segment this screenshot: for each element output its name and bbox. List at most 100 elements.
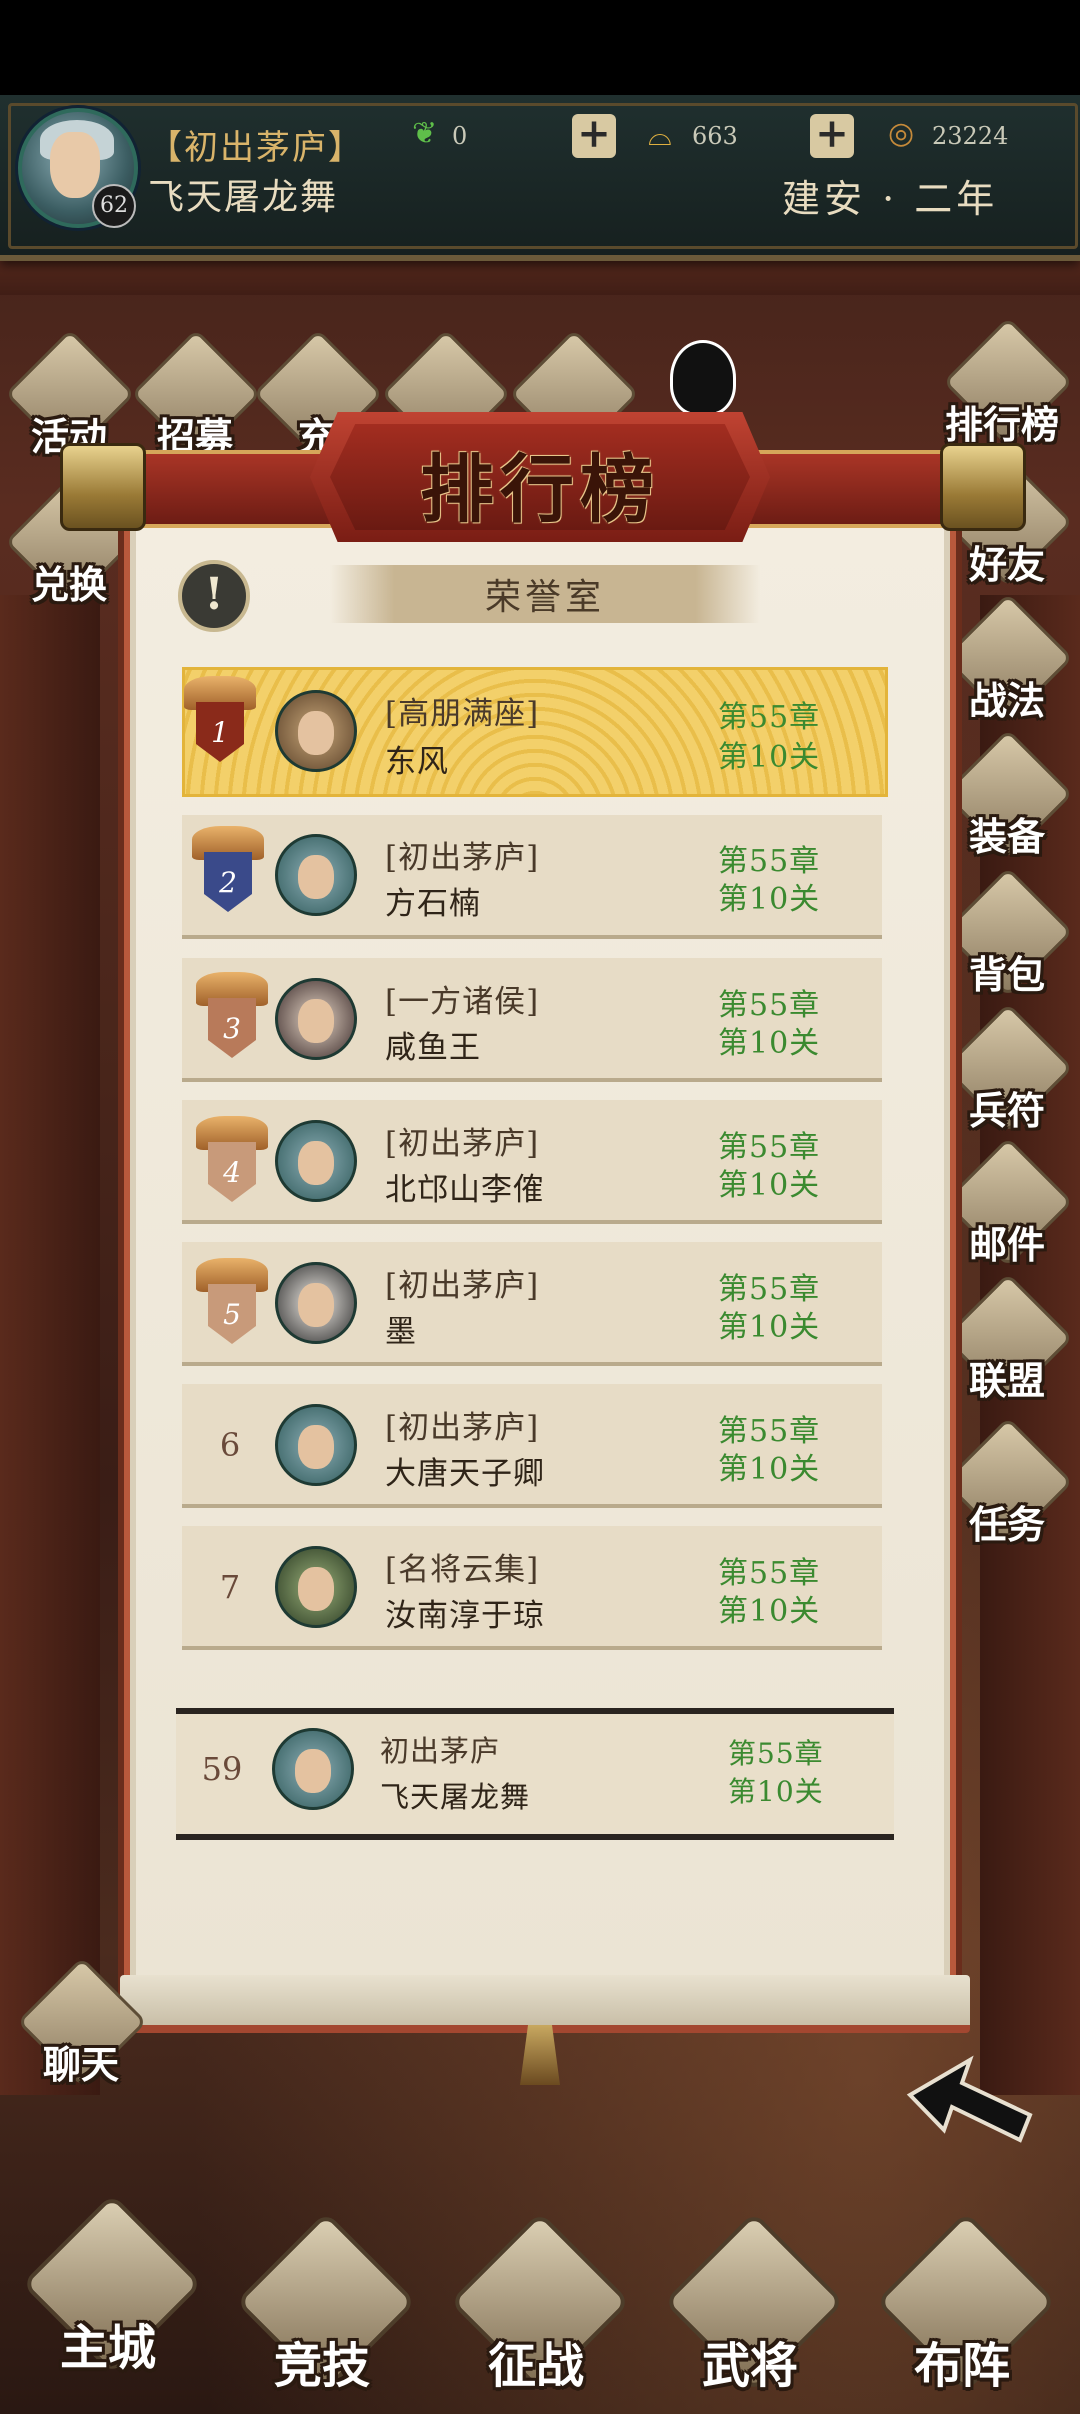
nav-label: 武将 xyxy=(701,2338,798,2394)
menu-label: 排行榜 xyxy=(944,402,1059,447)
menu-alliance[interactable]: 联盟 xyxy=(942,1272,1074,1404)
scroll-right-knob xyxy=(940,443,1026,531)
rank-stage: 第10关 xyxy=(718,1452,821,1487)
menu-tasks[interactable]: 任务 xyxy=(942,1416,1074,1548)
avatar-face xyxy=(298,855,334,899)
menu-tactics[interactable]: 战法 xyxy=(942,592,1074,724)
menu-mail[interactable]: 邮件 xyxy=(942,1136,1074,1268)
info-icon[interactable]: ! xyxy=(178,560,250,632)
rank-title: [名将云集] xyxy=(385,1552,540,1588)
left-pillar xyxy=(0,595,100,2095)
rank-number: 2 xyxy=(219,866,237,899)
rank-title: [初出茅庐] xyxy=(385,840,540,876)
chat-button[interactable]: 聊天 xyxy=(16,1956,148,2088)
nav-campaign[interactable]: 征战 xyxy=(446,2211,631,2398)
menu-label: 背包 xyxy=(968,952,1045,997)
coin-count: 23224 xyxy=(932,122,1009,150)
qq-penguin-icon[interactable] xyxy=(670,340,736,416)
menu-label: 好友 xyxy=(968,542,1045,587)
rank-name: 方石楠 xyxy=(385,886,481,922)
rank-number: 5 xyxy=(223,1298,241,1331)
rank-title: [初出茅庐] xyxy=(385,1410,540,1446)
nav-main-city[interactable]: 主城 xyxy=(18,2193,203,2380)
menu-label: 邮件 xyxy=(968,1222,1045,1267)
menu-label: 兵符 xyxy=(968,1088,1045,1133)
gold-ingot-icon: ⌓ xyxy=(648,118,672,153)
nav-label: 布阵 xyxy=(913,2338,1010,2394)
player-name: 飞天屠龙舞 xyxy=(148,177,339,218)
rank-name: 咸鱼王 xyxy=(385,1030,481,1066)
menu-equipment[interactable]: 装备 xyxy=(942,728,1074,860)
nav-formation[interactable]: 布阵 xyxy=(872,2211,1057,2398)
nav-label: 主城 xyxy=(59,2320,156,2376)
player-avatar xyxy=(275,978,357,1060)
back-arrow-icon[interactable] xyxy=(900,2055,1040,2145)
rank-medal: 5 xyxy=(196,1258,268,1356)
menu-label: 战法 xyxy=(968,678,1045,723)
rank-stage: 第10关 xyxy=(718,1168,821,1203)
rank-medal-silver: 2 xyxy=(192,826,264,924)
add-jade-button[interactable]: + xyxy=(572,114,616,158)
menu-ranking[interactable]: 排行榜 xyxy=(942,316,1074,448)
avatar-face xyxy=(298,1425,334,1469)
nav-arena[interactable]: 竞技 xyxy=(232,2211,417,2398)
avatar-face xyxy=(50,132,100,198)
avatar-face xyxy=(298,711,334,755)
panel-title: 排行榜 xyxy=(420,447,660,533)
avatar-face xyxy=(298,1567,334,1611)
my-rank-title: 初出茅庐 xyxy=(380,1734,501,1768)
copper-coin-icon: ◎ xyxy=(888,116,915,151)
chat-label: 聊天 xyxy=(42,2042,119,2087)
rank-stage: 第10关 xyxy=(718,882,821,917)
rank-name: 汝南淳于琼 xyxy=(385,1598,545,1634)
scroll-bottom-roll xyxy=(120,1975,970,2033)
rank-stage: 第10关 xyxy=(718,740,821,775)
player-avatar xyxy=(275,834,357,916)
rank-medal: 4 xyxy=(196,1116,268,1214)
ingot-count: 663 xyxy=(692,122,738,150)
rank-number: 3 xyxy=(223,1012,241,1045)
rank-stage: 第10关 xyxy=(718,1594,821,1629)
rank-stage: 第10关 xyxy=(718,1026,821,1061)
menu-recruit[interactable]: 招募 xyxy=(130,328,262,460)
rank-name: 北邙山李傕 xyxy=(385,1172,545,1208)
rank-number: 6 xyxy=(219,1426,241,1464)
avatar-face xyxy=(295,1749,331,1793)
subtab-label: 荣誉室 xyxy=(484,577,605,618)
jade-count: 0 xyxy=(452,122,468,150)
menu-tally[interactable]: 兵符 xyxy=(942,1002,1074,1134)
rank-title: [初出茅庐] xyxy=(385,1268,540,1304)
my-rank-chapter: 第55章 xyxy=(728,1737,824,1770)
rank-title: [高朋满座] xyxy=(385,696,540,732)
player-title: 【初出茅庐】 xyxy=(148,128,364,168)
rank-name: 大唐天子卿 xyxy=(385,1456,545,1492)
rank-chapter: 第55章 xyxy=(718,700,821,735)
rank-number: 1 xyxy=(211,716,229,749)
nav-generals[interactable]: 武将 xyxy=(660,2211,845,2398)
menu-label: 任务 xyxy=(968,1502,1045,1547)
menu-label: 联盟 xyxy=(968,1358,1045,1403)
status-bar-area xyxy=(0,0,1080,95)
my-rank-number: 59 xyxy=(201,1750,243,1788)
add-ingot-button[interactable]: + xyxy=(810,114,854,158)
player-avatar xyxy=(275,1546,357,1628)
my-rank-stage: 第10关 xyxy=(728,1775,824,1808)
nav-label: 征战 xyxy=(487,2338,584,2394)
era-label: 建安 · 二年 xyxy=(782,177,999,221)
menu-backpack[interactable]: 背包 xyxy=(942,866,1074,998)
player-level-badge: 62 xyxy=(92,184,136,228)
rank-medal-bronze: 3 xyxy=(196,972,268,1070)
my-rank-name: 飞天屠龙舞 xyxy=(380,1780,531,1814)
my-avatar xyxy=(272,1728,354,1810)
nav-label: 竞技 xyxy=(273,2338,370,2394)
player-avatar xyxy=(275,1262,357,1344)
rank-stage: 第10关 xyxy=(718,1310,821,1345)
rank-name: 墨 xyxy=(385,1314,417,1350)
avatar-face xyxy=(298,1141,334,1185)
player-avatar xyxy=(275,1120,357,1202)
menu-label: 兑换 xyxy=(30,562,107,607)
rank-title: [初出茅庐] xyxy=(385,1126,540,1162)
menu-activity[interactable]: 活动 xyxy=(4,328,136,460)
player-avatar xyxy=(275,1404,357,1486)
menu-label: 装备 xyxy=(968,814,1045,859)
